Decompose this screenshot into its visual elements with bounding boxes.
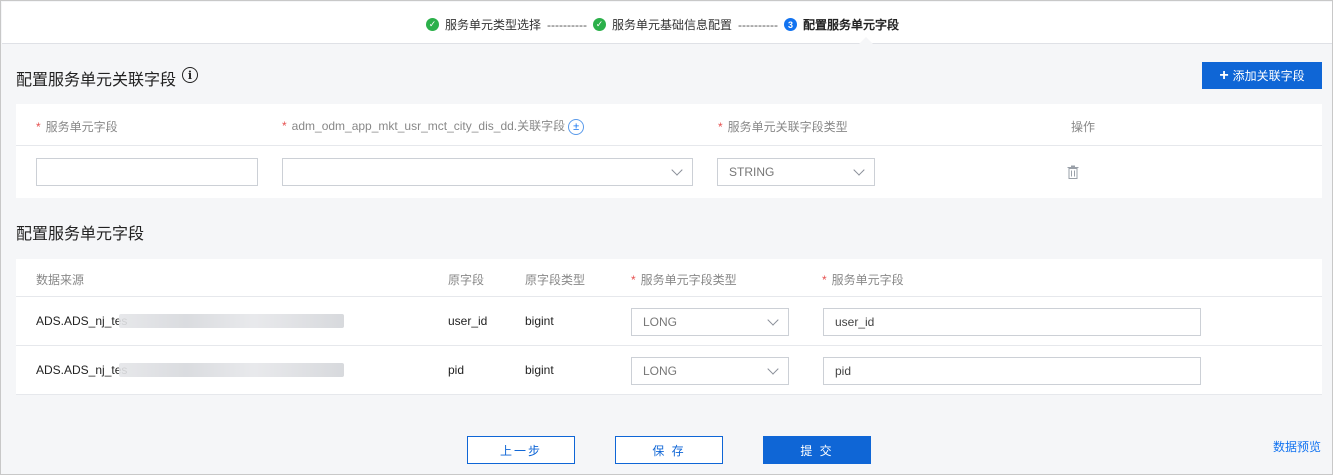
step-3-number: 3 [783, 18, 797, 31]
step-2-label: 服务单元基础信息配置 [611, 18, 732, 32]
check-circle-icon: ✓ [426, 18, 439, 31]
table-header: 数据来源 原字段 原字段类型 * 服务单元字段类型 * 服务单元字段 [16, 259, 1322, 297]
add-circle-icon[interactable]: ± [568, 118, 585, 135]
prev-step-button[interactable]: 上一步 [467, 436, 575, 464]
add-related-field-button[interactable]: + 添加关联字段 [1202, 62, 1322, 89]
unit-field-input[interactable]: user_id [823, 308, 1201, 336]
header-related-field: * adm_odm_app_mkt_usr_mct_city_dis_dd.关联字… [282, 117, 585, 135]
header-label: 服务单元字段类型 [640, 273, 737, 287]
page-frame: ✓ 服务单元类型选择 ---------- ✓ 服务单元基础信息配置 -----… [0, 0, 1333, 475]
unit-field-input[interactable]: pid [823, 357, 1201, 385]
required-mark: * [36, 120, 41, 134]
step-3-label: 配置服务单元字段 [802, 18, 899, 32]
orig-type-cell: bigint [525, 314, 554, 328]
header-action: 操作 [1071, 120, 1096, 134]
chevron-down-icon [853, 164, 865, 176]
redacted-text [119, 363, 344, 377]
section-title-related-fields: 配置服务单元关联字段 [16, 72, 177, 89]
orig-field-cell: pid [448, 363, 465, 377]
header-orig-field: 原字段 [448, 273, 485, 287]
step-separator: ---------- [547, 17, 587, 32]
info-icon[interactable]: i [182, 67, 198, 83]
unit-field-input[interactable] [36, 158, 258, 186]
submit-button[interactable]: 提 交 [763, 436, 871, 464]
header-orig-type: 原字段类型 [525, 273, 586, 287]
check-circle-icon: ✓ [592, 18, 606, 31]
header-related-type: * 服务单元关联字段类型 [718, 118, 848, 135]
section-title-unit-fields: 配置服务单元字段 [16, 226, 145, 243]
header-label: adm_odm_app_mkt_usr_mct_city_dis_dd.关联字段 [291, 119, 566, 133]
orig-field-cell: user_id [448, 314, 488, 328]
step-1-label: 服务单元类型选择 [445, 18, 542, 32]
redacted-text [119, 314, 344, 328]
header-unit-type: * 服务单元字段类型 [631, 271, 737, 288]
steps-row: ✓ 服务单元类型选择 ---------- ✓ 服务单元基础信息配置 -----… [426, 16, 899, 33]
select-value: STRING [729, 165, 775, 179]
unit-type-select[interactable]: LONG [631, 308, 789, 336]
save-button[interactable]: 保 存 [615, 436, 723, 464]
header-unit-field: * 服务单元字段 [822, 271, 904, 288]
delete-icon[interactable] [1067, 165, 1079, 179]
header-source: 数据来源 [36, 273, 85, 287]
select-value: LONG [643, 364, 678, 378]
header-label: 服务单元字段 [45, 120, 118, 134]
steps-bar: ✓ 服务单元类型选择 ---------- ✓ 服务单元基础信息配置 -----… [2, 2, 1332, 44]
required-mark: * [631, 273, 636, 287]
data-preview-link[interactable]: 数据预览 [1273, 438, 1321, 455]
header-label: 服务单元字段 [831, 273, 904, 287]
unit-type-select[interactable]: LONG [631, 357, 789, 385]
plus-icon: + [1219, 66, 1229, 84]
required-mark: * [718, 120, 723, 134]
required-mark: * [822, 273, 827, 287]
source-cell: ADS.ADS_nj_tes [36, 314, 128, 328]
chevron-down-icon [767, 363, 779, 375]
table-header: * 服务单元字段 * adm_odm_app_mkt_usr_mct_city_di… [16, 104, 1322, 146]
add-related-field-label: 添加关联字段 [1232, 69, 1305, 83]
source-cell: ADS.ADS_nj_tes [36, 363, 128, 377]
step-separator: ---------- [738, 17, 778, 32]
related-type-select[interactable]: STRING [717, 158, 875, 186]
header-label: 服务单元关联字段类型 [727, 120, 848, 134]
related-field-select[interactable] [282, 158, 693, 186]
required-mark: * [282, 119, 287, 133]
header-unit-field: * 服务单元字段 [36, 118, 118, 135]
chevron-down-icon [671, 164, 683, 176]
active-step-pointer [859, 37, 873, 44]
select-value: LONG [643, 315, 678, 329]
orig-type-cell: bigint [525, 363, 554, 377]
chevron-down-icon [767, 314, 779, 326]
